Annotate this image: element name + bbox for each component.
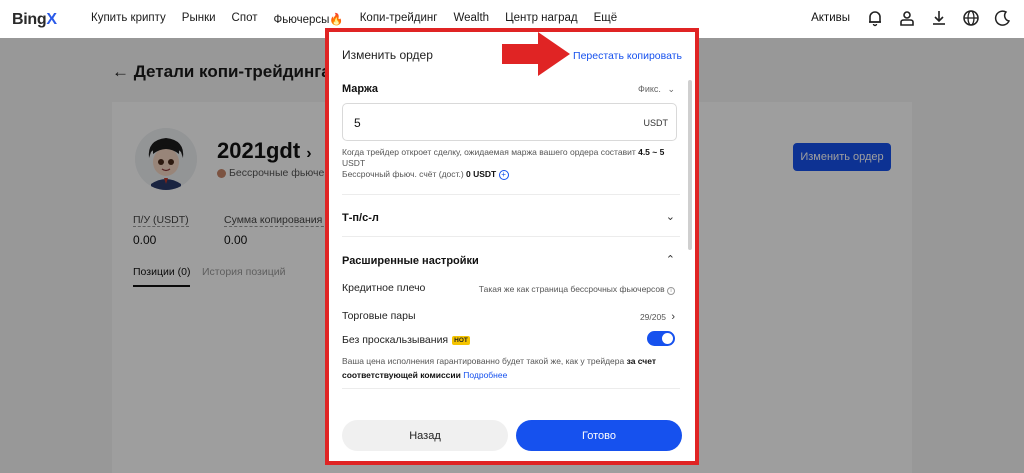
- info-icon[interactable]: i: [667, 287, 675, 295]
- chevron-right-icon: ›: [671, 311, 675, 323]
- trading-pairs-label[interactable]: Торговые пары: [342, 310, 416, 322]
- globe-icon[interactable]: [962, 9, 980, 27]
- red-arrow-annotation: [502, 32, 570, 76]
- learn-more-link[interactable]: Подробнее: [463, 370, 507, 380]
- slippage-toggle[interactable]: [647, 331, 675, 346]
- nav-item-futures[interactable]: Фьючерсы🔥: [273, 12, 343, 26]
- logo-text: Bing: [12, 11, 47, 28]
- divider: [342, 236, 680, 237]
- margin-input[interactable]: 5 USDT: [342, 103, 677, 141]
- slippage-hint-text: Ваша цена исполнения гарантированно буде…: [342, 356, 627, 366]
- nav-item-wealth[interactable]: Wealth: [453, 12, 489, 26]
- assets-link[interactable]: Активы: [811, 12, 850, 24]
- leverage-value: Такая же как страница бессрочных фьючерс…: [479, 284, 675, 295]
- divider: [342, 388, 680, 389]
- bell-icon[interactable]: [866, 9, 884, 27]
- modal-title: Изменить ордер: [342, 48, 433, 62]
- chevron-down-icon[interactable]: ⌄: [666, 210, 675, 223]
- chevron-up-icon[interactable]: ⌃: [666, 253, 675, 266]
- margin-input-unit: USDT: [643, 118, 669, 128]
- divider: [342, 194, 680, 195]
- plus-circle-icon[interactable]: +: [498, 169, 509, 180]
- nav-item-buy-crypto[interactable]: Купить крипту: [91, 12, 166, 26]
- balance-value: 0 USDT: [466, 169, 497, 179]
- tpsl-title[interactable]: Т-п/с-л: [342, 212, 379, 224]
- hot-badge: HOT: [452, 335, 470, 345]
- stop-copying-link[interactable]: Перестать копировать: [573, 50, 682, 62]
- margin-title: Маржа: [342, 83, 379, 95]
- trading-pairs-value[interactable]: 29/205 ›: [640, 311, 675, 323]
- scrollbar-thumb[interactable]: [688, 80, 692, 250]
- margin-hint-text: Когда трейдер откроет сделку, ожидаемая …: [342, 147, 639, 157]
- margin-mode-select[interactable]: Фикс. ⌄: [638, 84, 675, 95]
- slippage-label: Без проскальзывания HOT: [342, 334, 470, 346]
- done-button[interactable]: Готово: [516, 420, 682, 451]
- logo-x: X: [46, 11, 57, 28]
- back-button[interactable]: Назад: [342, 420, 508, 451]
- balance-label: Бессрочный фьюч. счёт (дост.): [342, 169, 467, 179]
- nav-item-copy-trading[interactable]: Копи-трейдинг: [360, 12, 438, 26]
- trading-pairs-count: 29/205: [639, 312, 666, 322]
- toggle-knob: [662, 333, 673, 344]
- nav-menu: Купить крипту Рынки Спот Фьючерсы🔥 Копи-…: [91, 12, 633, 26]
- nav-item-markets[interactable]: Рынки: [182, 12, 216, 26]
- slippage-hint: Ваша цена исполнения гарантированно буде…: [342, 354, 677, 382]
- margin-input-value: 5: [354, 116, 361, 130]
- user-icon[interactable]: [898, 9, 916, 27]
- nav-item-more[interactable]: Ещё: [594, 12, 618, 26]
- margin-hint-range: 4.5 ~ 5: [638, 147, 665, 157]
- margin-mode-value: Фикс.: [638, 84, 661, 94]
- nav-item-rewards-center[interactable]: Центр наград: [505, 12, 578, 26]
- margin-hint-unit: USDT: [342, 158, 366, 168]
- leverage-label: Кредитное плечо: [342, 282, 426, 294]
- nav-right: Активы: [811, 9, 1012, 27]
- advanced-settings-title[interactable]: Расширенные настройки: [342, 255, 479, 267]
- bingx-logo[interactable]: BingX: [12, 11, 57, 29]
- moon-icon[interactable]: [994, 9, 1012, 27]
- chevron-down-icon: ⌄: [667, 84, 675, 94]
- download-icon[interactable]: [930, 9, 948, 27]
- nav-item-spot[interactable]: Спот: [232, 12, 258, 26]
- margin-hint: Когда трейдер откроет сделку, ожидаемая …: [342, 147, 677, 169]
- leverage-value-text: Такая же как страница бессрочных фьючерс…: [478, 284, 665, 294]
- edit-order-modal: Изменить ордер Перестать копировать Марж…: [325, 28, 699, 465]
- balance-hint: Бессрочный фьюч. счёт (дост.) 0 USDT +: [342, 169, 509, 180]
- slippage-label-text: Без проскальзывания: [342, 334, 449, 346]
